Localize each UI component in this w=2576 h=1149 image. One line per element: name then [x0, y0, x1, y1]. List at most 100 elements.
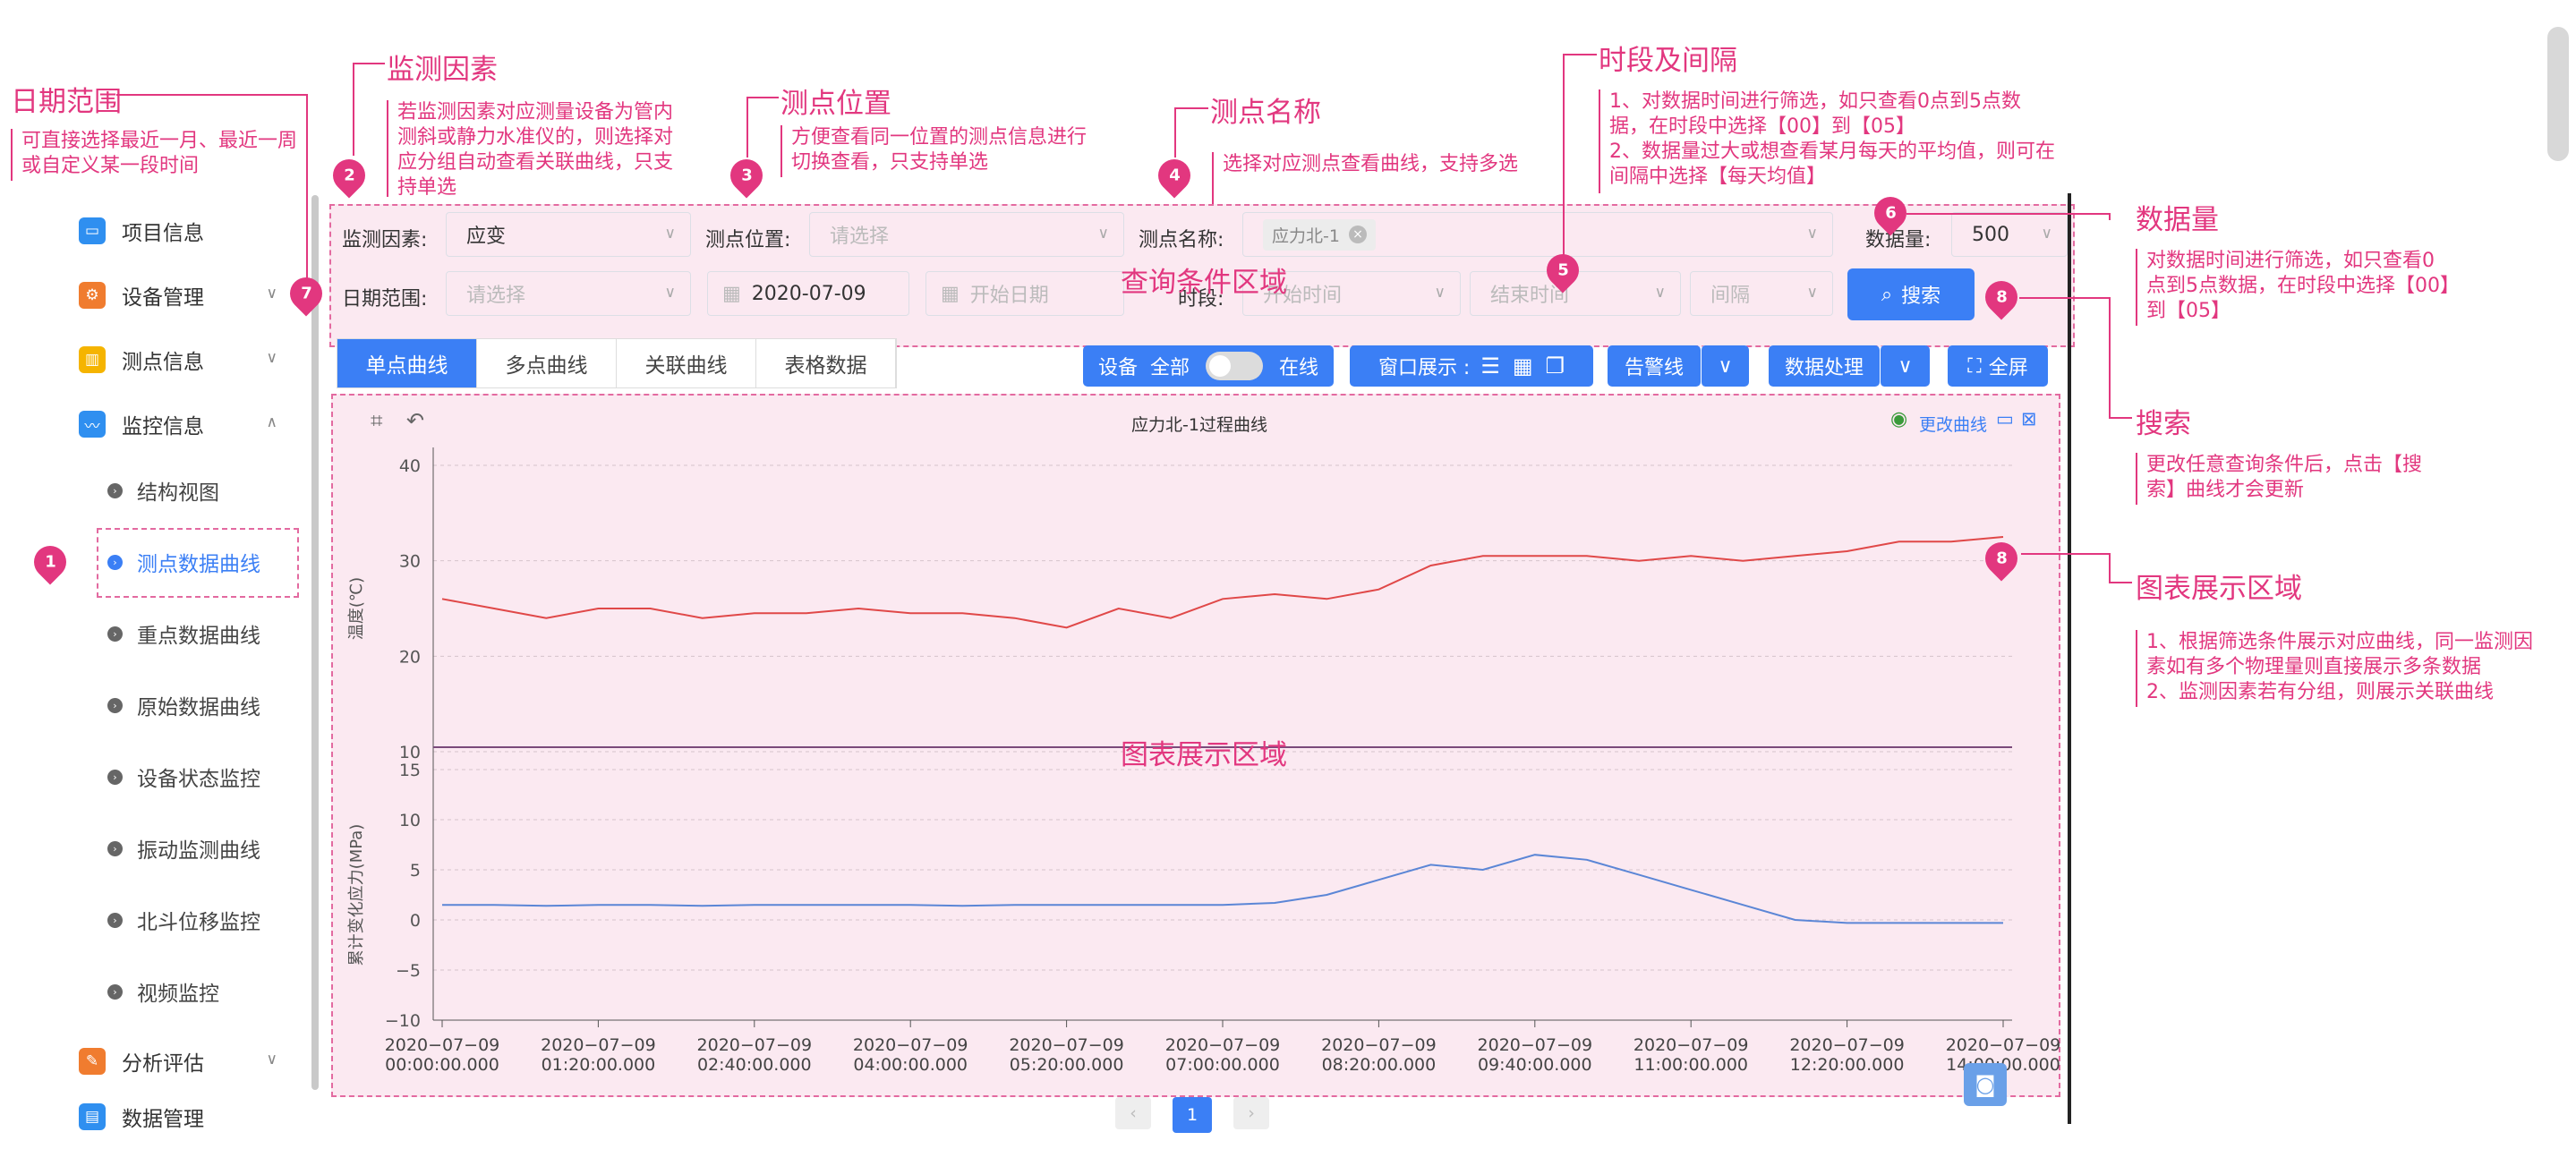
panel-border	[2068, 193, 2071, 1124]
sidebar-sub-raw-curve[interactable]: › 原始数据曲线	[107, 680, 304, 730]
sidebar-sub-key-curve[interactable]: › 重点数据曲线	[107, 609, 304, 659]
chevron-down-icon: ∨	[1806, 225, 1818, 243]
edit-curve-link[interactable]: 更改曲线	[1919, 412, 1987, 436]
sidebar-item-analysis[interactable]: ✎ 分析评估 ∨	[54, 1034, 295, 1088]
arrow-circle-icon: ›	[107, 482, 123, 498]
tab-table-data[interactable]: 表格数据	[756, 339, 896, 387]
arrow-circle-icon: ›	[107, 626, 123, 642]
date-placeholder: 请选择	[466, 285, 526, 307]
sidebar-sub-beidou[interactable]: › 北斗位移监控	[107, 895, 304, 945]
sidebar-sub-label: 重点数据曲线	[137, 625, 260, 648]
x-tick-label: 05:20:00.000	[1010, 1055, 1124, 1075]
ann-bar	[1599, 89, 1600, 193]
x-tick-label: 04:00:00.000	[853, 1055, 968, 1075]
ann-connector	[2109, 553, 2111, 583]
active-item-highlight	[97, 528, 299, 598]
series-line	[441, 536, 2004, 629]
count-label: 数据量:	[1865, 229, 1932, 251]
ann-count-title: 数据量	[2136, 204, 2219, 236]
ann-period-text-1: 1、对数据时间进行筛选，如只查看0点到5点数据，在时段中选择【00】到【05】	[1609, 90, 2021, 138]
factor-select[interactable]: 应变 ∨	[446, 212, 691, 257]
sidebar-sub-video[interactable]: › 视频监控	[107, 966, 304, 1017]
alarm-dropdown-button[interactable]: ∨	[1701, 345, 1749, 387]
location-label: 测点位置:	[705, 229, 791, 251]
sidebar-sub-structure[interactable]: › 结构视图	[107, 465, 304, 515]
chevron-down-icon: ∨	[2041, 225, 2052, 243]
ann-date-range-title: 日期范围	[11, 86, 122, 118]
interval-select[interactable]: 间隔 ∨	[1690, 271, 1833, 316]
end-date-placeholder: 开始日期	[969, 285, 1049, 307]
alarm-line-button[interactable]: 告警线	[1608, 345, 1701, 387]
x-tick-label: 2020−07−09	[1633, 1035, 1749, 1055]
ann-count-text: 对数据时间进行筛选，如只查看0点到5点数据，在时段中选择【00】到【05】	[2146, 250, 2450, 322]
name-tag-label: 应力北-1	[1272, 226, 1340, 246]
online-toggle[interactable]	[1206, 352, 1263, 380]
location-select[interactable]: 请选择 ∨	[809, 212, 1124, 257]
marker-pin: 4	[1151, 152, 1198, 199]
tab-related-curve[interactable]: 关联曲线	[617, 339, 756, 387]
marker-pin: 1	[27, 539, 73, 585]
data-process-button[interactable]: 数据处理	[1769, 345, 1880, 387]
undo-icon[interactable]: ↶	[406, 408, 424, 433]
start-date-input[interactable]: ▦ 2020-07-09	[707, 271, 909, 316]
sidebar-item-data[interactable]: ▤ 数据管理	[54, 1099, 295, 1135]
factor-label: 监测因素:	[342, 229, 428, 251]
chevron-down-icon: ∨	[664, 284, 676, 302]
sidebar-item-project[interactable]: ▭ 项目信息	[54, 204, 295, 258]
search-button-label: 搜索	[1901, 285, 1941, 308]
tab-multi-curve[interactable]: 多点曲线	[477, 339, 617, 387]
ann-connector	[1906, 213, 2109, 215]
tab-single-curve[interactable]: 单点曲线	[337, 339, 477, 387]
sidebar-sub-device-status[interactable]: › 设备状态监控	[107, 752, 304, 802]
page-current[interactable]: 1	[1173, 1097, 1212, 1133]
alarm-label: 告警线	[1624, 357, 1684, 379]
name-tag[interactable]: 应力北-1 ×	[1263, 218, 1376, 251]
chart-area-label: 图表展示区域	[1121, 739, 1287, 771]
ann-date-range-text: 可直接选择最近一月、最近一周或自定义某一段时间	[21, 130, 298, 177]
copy-window-icon[interactable]: ❐	[1546, 353, 1565, 379]
close-icon[interactable]: ×	[1348, 226, 1367, 243]
sidebar-item-points[interactable]: ▥ 测点信息 ∨	[54, 333, 295, 387]
minimize-icon[interactable]: ▭	[1996, 408, 2014, 430]
y-tick-label: −10	[385, 1011, 421, 1031]
x-tick-label: 2020−07−09	[1165, 1035, 1281, 1055]
ann-connector	[116, 94, 306, 96]
calendar-icon: ▦	[941, 282, 960, 305]
close-icon[interactable]: ⊠	[2021, 408, 2037, 430]
ann-connector	[353, 63, 385, 64]
sidebar-item-monitor[interactable]: 〰 监控信息 ∧	[54, 397, 295, 451]
ann-location-title: 测点位置	[780, 88, 891, 120]
camera-icon[interactable]: ◙	[1964, 1063, 2007, 1106]
grid-view-icon[interactable]: ▦	[1513, 353, 1533, 379]
window-display-group: 窗口展示 : ☰ ▦ ❐	[1350, 345, 1593, 387]
next-page-button[interactable]: ›	[1233, 1097, 1269, 1129]
page-scrollbar[interactable]	[2547, 27, 2569, 161]
x-tick-label: 2020−07−09	[1789, 1035, 1905, 1055]
sidebar-sub-label: 视频监控	[137, 983, 219, 1006]
sidebar-scrollbar[interactable]	[311, 195, 319, 1090]
series-line	[442, 854, 2003, 924]
crop-icon[interactable]: ⌗	[371, 408, 383, 433]
ann-connector	[746, 97, 779, 98]
x-tick-label: 2020−07−09	[697, 1035, 813, 1055]
y-tick-label: 40	[399, 456, 421, 476]
sidebar-sub-vibration[interactable]: › 振动监测曲线	[107, 823, 304, 873]
prev-page-button[interactable]: ‹	[1115, 1097, 1151, 1129]
end-date-input[interactable]: ▦ 开始日期	[925, 271, 1124, 316]
x-tick-label: 2020−07−09	[1009, 1035, 1124, 1055]
sidebar-item-device[interactable]: ⚙ 设备管理 ∨	[54, 268, 295, 322]
ann-bar	[11, 129, 13, 181]
marker-label: 3	[740, 166, 753, 185]
count-select[interactable]: 500 ∨	[1951, 212, 2068, 257]
ann-connector	[1174, 107, 1176, 157]
name-select[interactable]: 应力北-1 × ∨	[1242, 212, 1833, 257]
search-button[interactable]: ⌕ 搜索	[1847, 268, 1975, 320]
fullscreen-button[interactable]: ⛶ 全屏	[1948, 345, 2048, 387]
date-range-select[interactable]: 请选择 ∨	[446, 271, 691, 316]
sidebar-sub-label: 结构视图	[137, 481, 219, 505]
process-dropdown-button[interactable]: ∨	[1880, 345, 1930, 387]
ann-bar	[2136, 249, 2137, 326]
list-view-icon[interactable]: ☰	[1480, 353, 1500, 379]
online-label: 在线	[1279, 357, 1319, 379]
chevron-down-icon: ∨	[1097, 225, 1109, 243]
